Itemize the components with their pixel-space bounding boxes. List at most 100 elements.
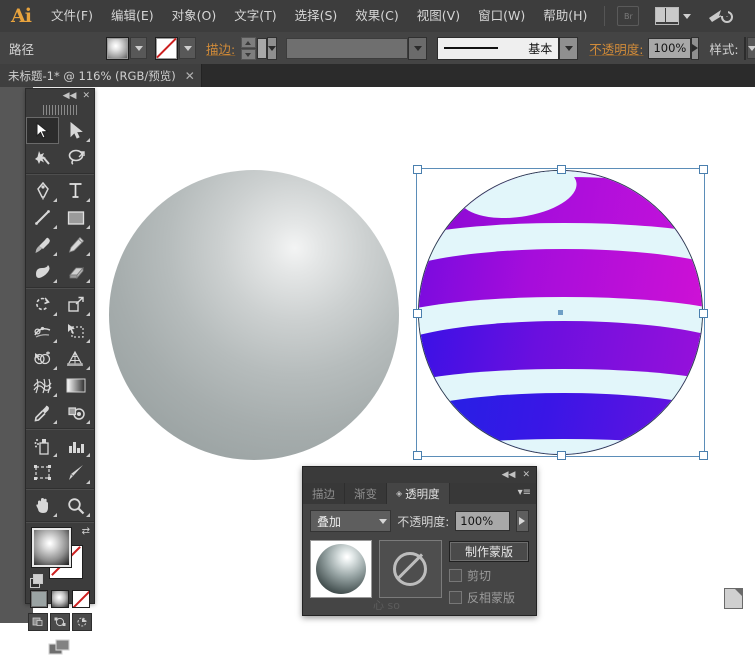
rectangle-tool[interactable] [59,204,92,231]
selection-handle[interactable] [413,308,422,318]
pen-tool[interactable] [26,177,59,204]
document-tab[interactable]: 未标题-1* @ 116% (RGB/预览) ✕ [0,64,202,87]
stroke-profile-control[interactable] [286,36,428,60]
menu-window[interactable]: 窗口(W) [469,0,534,32]
stroke-profile-dropdown-button[interactable] [408,36,428,60]
brush-control[interactable]: 基本 [437,36,579,60]
draw-behind-button[interactable] [50,613,70,631]
column-graph-tool[interactable] [59,432,92,459]
menu-select[interactable]: 选择(S) [286,0,347,32]
scale-tool[interactable] [59,291,92,318]
shape-builder-tool[interactable] [26,345,59,372]
stroke-swatch[interactable] [155,36,179,60]
selection-handle[interactable] [699,165,708,174]
stroke-weight-dropdown-button[interactable] [267,36,278,60]
arrange-documents-button[interactable] [655,7,692,25]
swap-fill-stroke-icon[interactable]: ⇄ [82,527,90,537]
brush-definition-field[interactable]: 基本 [437,36,560,60]
none-mode-button[interactable] [72,590,90,608]
selection-handle[interactable] [413,451,422,460]
lasso-tool[interactable] [59,144,92,171]
opacity-field[interactable]: 100% [648,37,692,59]
default-fill-stroke-icon[interactable] [30,574,43,588]
opacity-popup-button[interactable] [691,36,700,60]
blob-brush-tool[interactable] [26,258,59,285]
fill-color-indicator[interactable] [32,528,71,567]
screen-mode-button[interactable] [47,638,73,656]
workspace-switcher-button[interactable] [707,7,734,25]
make-mask-button[interactable]: 制作蒙版 [449,541,529,562]
rotate-tool[interactable] [26,291,59,318]
fill-dropdown-button[interactable] [130,37,148,59]
transparency-panel-titlebar[interactable]: ◀◀ ✕ [303,467,536,483]
close-icon[interactable]: ✕ [82,92,90,101]
graphic-style-dropdown-button[interactable] [746,37,755,59]
clip-checkbox[interactable] [449,569,462,582]
color-mode-button[interactable] [30,590,48,608]
brush-dropdown-button[interactable] [559,36,579,60]
selection-bounding-box[interactable] [413,165,708,460]
stroke-dropdown-button[interactable] [179,37,197,59]
draw-inside-button[interactable] [72,613,92,631]
collapse-icon[interactable]: ◀◀ [63,92,77,101]
selection-handle[interactable] [699,308,708,318]
opacity-label[interactable]: 不透明度: [589,39,643,58]
hand-tool[interactable] [26,492,59,519]
gradient-tool[interactable] [59,372,92,399]
panel-menu-icon[interactable]: ▾≡ [518,488,531,498]
line-segment-tool[interactable] [26,204,59,231]
panel-opacity-popup-button[interactable] [515,510,530,532]
close-icon[interactable]: ✕ [185,70,195,82]
selection-handle[interactable] [699,451,708,460]
gray-sphere-artwork[interactable] [109,170,399,460]
stroke-profile-field[interactable] [286,37,409,59]
menu-edit[interactable]: 编辑(E) [102,0,163,32]
blend-mode-select[interactable]: 叠加 [310,510,392,532]
stroke-weight-stepper[interactable] [241,36,257,60]
mesh-tool[interactable] [26,372,59,399]
gradient-mode-button[interactable] [51,590,69,608]
fill-control[interactable] [106,36,148,60]
menu-type[interactable]: 文字(T) [225,0,285,32]
magic-wand-tool[interactable] [26,144,59,171]
tools-panel-grip[interactable] [43,105,77,115]
bridge-icon[interactable]: Br [617,6,640,26]
artboard-tool[interactable] [26,459,59,486]
pencil-tool[interactable] [59,231,92,258]
free-transform-tool[interactable] [59,318,92,345]
menu-effect[interactable]: 效果(C) [346,0,407,32]
panel-opacity-field[interactable]: 100% [455,511,510,531]
paintbrush-tool[interactable] [26,231,59,258]
zoom-tool[interactable] [59,492,92,519]
eraser-tool[interactable] [59,258,92,285]
eyedropper-tool[interactable] [26,399,59,426]
graphic-style-swatch[interactable] [743,36,746,60]
tab-stroke[interactable]: 描边 [303,483,345,504]
slice-tool[interactable] [59,459,92,486]
close-icon[interactable]: ✕ [522,470,530,480]
tab-transparency[interactable]: ◈ 透明度 [387,483,450,504]
invert-mask-checkbox[interactable] [449,591,462,604]
invert-mask-option[interactable]: 反相蒙版 [449,589,529,606]
selection-handle[interactable] [556,451,566,460]
object-thumbnail[interactable] [310,540,372,598]
blend-tool[interactable] [59,399,92,426]
menu-object[interactable]: 对象(O) [163,0,226,32]
menu-help[interactable]: 帮助(H) [534,0,596,32]
selection-handle[interactable] [413,165,422,174]
collapse-icon[interactable]: ◀◀ [502,470,516,480]
type-tool[interactable] [59,177,92,204]
selection-tool[interactable] [26,117,59,144]
stroke-control[interactable] [155,36,197,60]
direct-selection-tool[interactable] [59,117,92,144]
striped-sphere-object[interactable] [413,165,708,460]
perspective-grid-tool[interactable] [59,345,92,372]
selection-handle[interactable] [556,165,566,174]
menu-view[interactable]: 视图(V) [408,0,469,32]
stroke-weight-field[interactable] [257,37,268,59]
stroke-weight-label[interactable]: 描边: [206,39,235,58]
clip-option[interactable]: 剪切 [449,567,529,584]
symbol-sprayer-tool[interactable] [26,432,59,459]
width-tool[interactable] [26,318,59,345]
menu-file[interactable]: 文件(F) [42,0,102,32]
